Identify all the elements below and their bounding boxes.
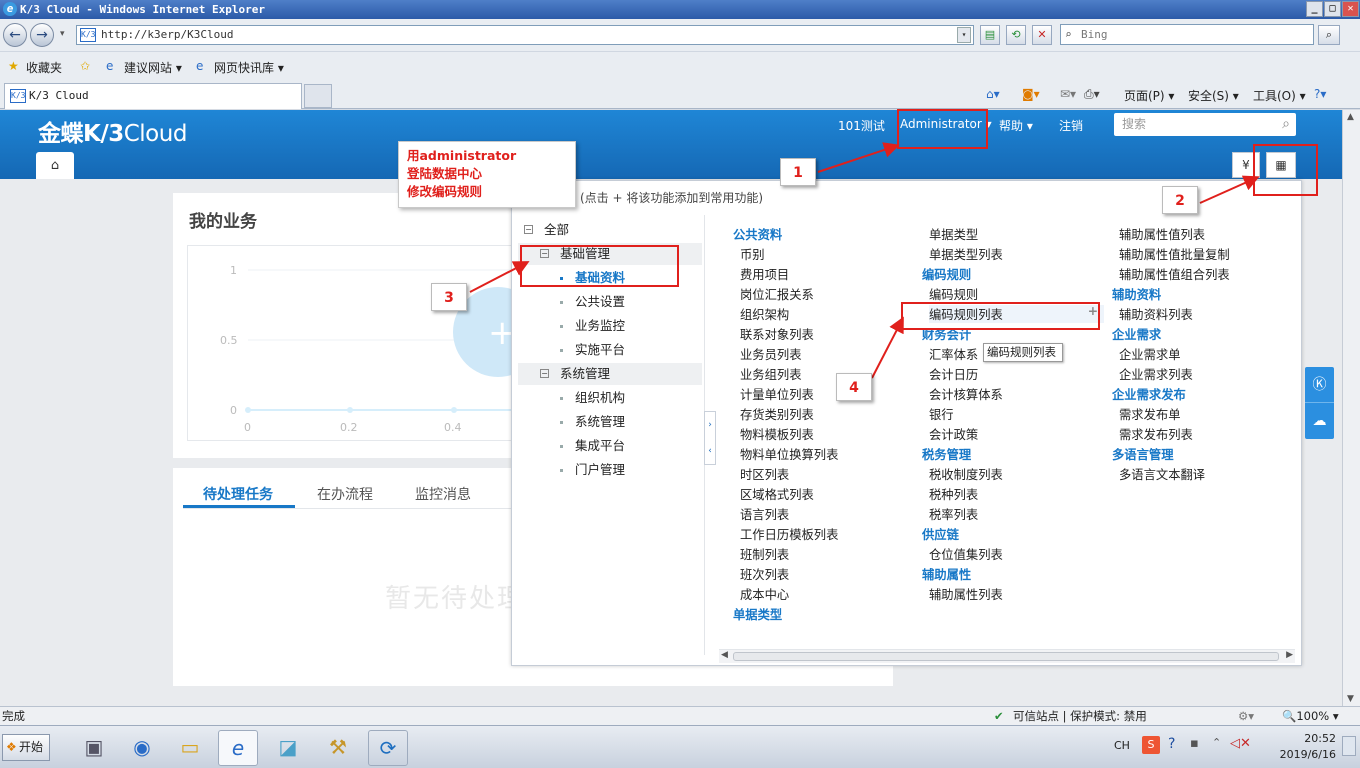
start-button[interactable]: ❖ 开始 — [2, 734, 50, 761]
cloud-icon[interactable]: ☁ — [1305, 403, 1334, 439]
system-clock[interactable]: 20:52 2019/6/16 — [1278, 731, 1336, 763]
sync-taskbar-icon[interactable]: ⟳ — [368, 730, 408, 766]
step-badge-1: 1 — [780, 158, 816, 186]
zoom-level[interactable]: 🔍100% ▾ — [1282, 707, 1339, 725]
globe-icon[interactable]: ◉ — [122, 730, 162, 766]
server-manager-icon[interactable]: ▣ — [74, 730, 114, 766]
step-badge-3: 3 — [431, 283, 467, 311]
protected-mode-icon[interactable]: ⚙▾ — [1238, 707, 1254, 725]
k-icon[interactable]: Ⓚ — [1305, 367, 1334, 403]
step-badge-4: 4 — [836, 373, 872, 401]
scroll-down-icon[interactable]: ▼ — [1347, 694, 1354, 704]
scroll-up-icon[interactable]: ▲ — [1347, 112, 1354, 122]
ie-taskbar-icon[interactable]: e — [218, 730, 258, 766]
side-float-toolbar: Ⓚ ☁ — [1305, 367, 1334, 439]
show-desktop-button[interactable] — [1342, 736, 1356, 756]
folder-icon[interactable]: ▭ — [170, 730, 210, 766]
status-text: 完成 — [2, 709, 25, 723]
security-zone[interactable]: 可信站点 | 保护模式: 禁用 — [1013, 707, 1147, 725]
arrow-4 — [871, 316, 904, 379]
app-taskbar-icon[interactable]: ◪ — [268, 730, 308, 766]
language-indicator[interactable]: CH — [1114, 739, 1130, 752]
step-badge-2: 2 — [1162, 186, 1198, 214]
annotation-arrows — [469, 142, 1260, 379]
tray-icon[interactable]: ▪ — [1190, 736, 1199, 751]
help-icon[interactable]: ? — [1168, 736, 1175, 752]
taskbar: ❖ 开始 ▣ ◉ ▭ e ◪ ⚒ ⟳ CH S ? ▪ ⌃ ◁✕ 20:52 2… — [0, 725, 1360, 768]
arrow-3 — [469, 261, 530, 293]
show-hidden-icons-icon[interactable]: ⌃ — [1212, 736, 1221, 749]
volume-muted-icon[interactable]: ◁✕ — [1230, 736, 1251, 751]
windows-logo-icon: ❖ — [6, 740, 17, 754]
status-bar: 完成 ✔ 可信站点 | 保护模式: 禁用 ⚙▾ 🔍100% ▾ — [0, 706, 1360, 725]
sogou-ime-icon[interactable]: S — [1142, 736, 1160, 754]
check-icon: ✔ — [994, 709, 1004, 723]
vertical-scrollbar[interactable]: ▲ ▼ — [1342, 110, 1360, 706]
arrow-2 — [1199, 175, 1260, 204]
tools-taskbar-icon[interactable]: ⚒ — [318, 730, 358, 766]
arrow-1 — [817, 142, 900, 173]
